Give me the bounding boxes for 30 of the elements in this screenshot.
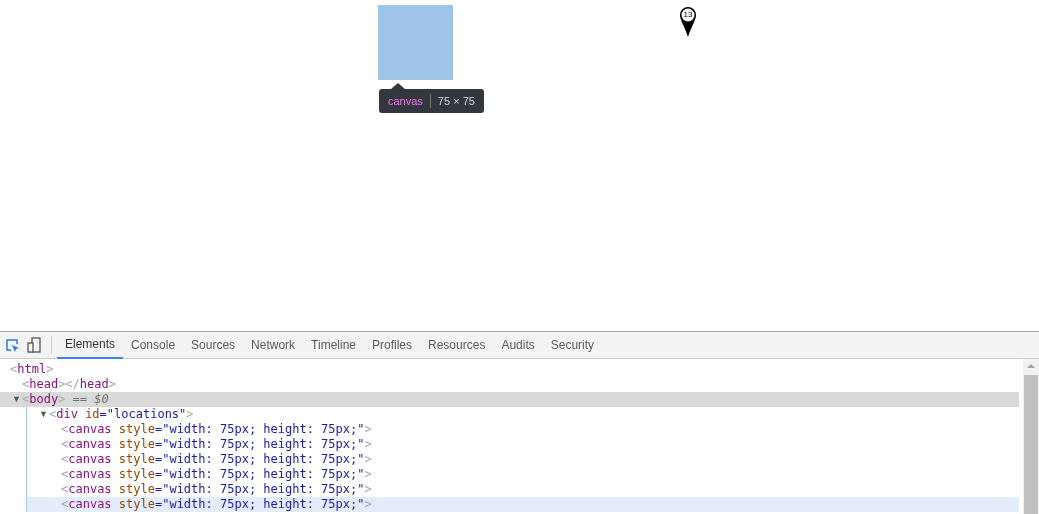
tooltip-tag: canvas (388, 94, 423, 108)
panel-tab[interactable]: Console (123, 331, 184, 359)
dom-node-text: <canvas style="width: 75px; height: 75px;"> (61, 482, 372, 497)
dom-node-text: <html> (10, 362, 54, 377)
panel-tab[interactable]: Timeline (303, 331, 364, 359)
dom-node-row[interactable]: <canvas style="width: 75px; height: 75px;"> (27, 497, 1019, 512)
scrollbar[interactable] (1023, 359, 1039, 514)
marker-label: 13 (682, 10, 694, 20)
dom-node-text: <div id="locations"> (49, 407, 194, 422)
device-mode-icon[interactable] (27, 337, 41, 353)
inspect-cursor-icon[interactable] (5, 337, 20, 353)
panel-tab[interactable]: Elements (57, 331, 124, 359)
dom-node-text: <canvas style="width: 75px; height: 75px;"> (61, 497, 372, 512)
dom-node-text: <canvas style="width: 75px; height: 75px;"> (61, 422, 372, 437)
panel-tab[interactable]: Audits (493, 331, 543, 359)
dom-node-text: <body> == $0 (22, 392, 109, 407)
panel-tab[interactable]: Resources (420, 331, 494, 359)
dom-node-text: <canvas style="width: 75px; height: 75px;"> (61, 437, 372, 452)
panel-tab[interactable]: Sources (183, 331, 244, 359)
dom-node-row[interactable]: ▼<body> == $0 (0, 392, 1019, 407)
expand-arrow-icon[interactable]: ▼ (39, 410, 49, 419)
map-marker-icon (679, 6, 697, 38)
tooltip-size: 75 × 75 (437, 94, 475, 108)
panel-tab[interactable]: Security (542, 331, 603, 359)
panel-tab[interactable]: Network (243, 331, 304, 359)
panel-tab[interactable]: Profiles (364, 331, 421, 359)
dom-node-text: <canvas style="width: 75px; height: 75px;"> (61, 467, 372, 482)
dom-node-text: <canvas style="width: 75px; height: 75px;"> (61, 452, 372, 467)
dom-node-text: <head></head> (22, 377, 116, 392)
expand-arrow-icon[interactable]: ▼ (12, 395, 22, 404)
